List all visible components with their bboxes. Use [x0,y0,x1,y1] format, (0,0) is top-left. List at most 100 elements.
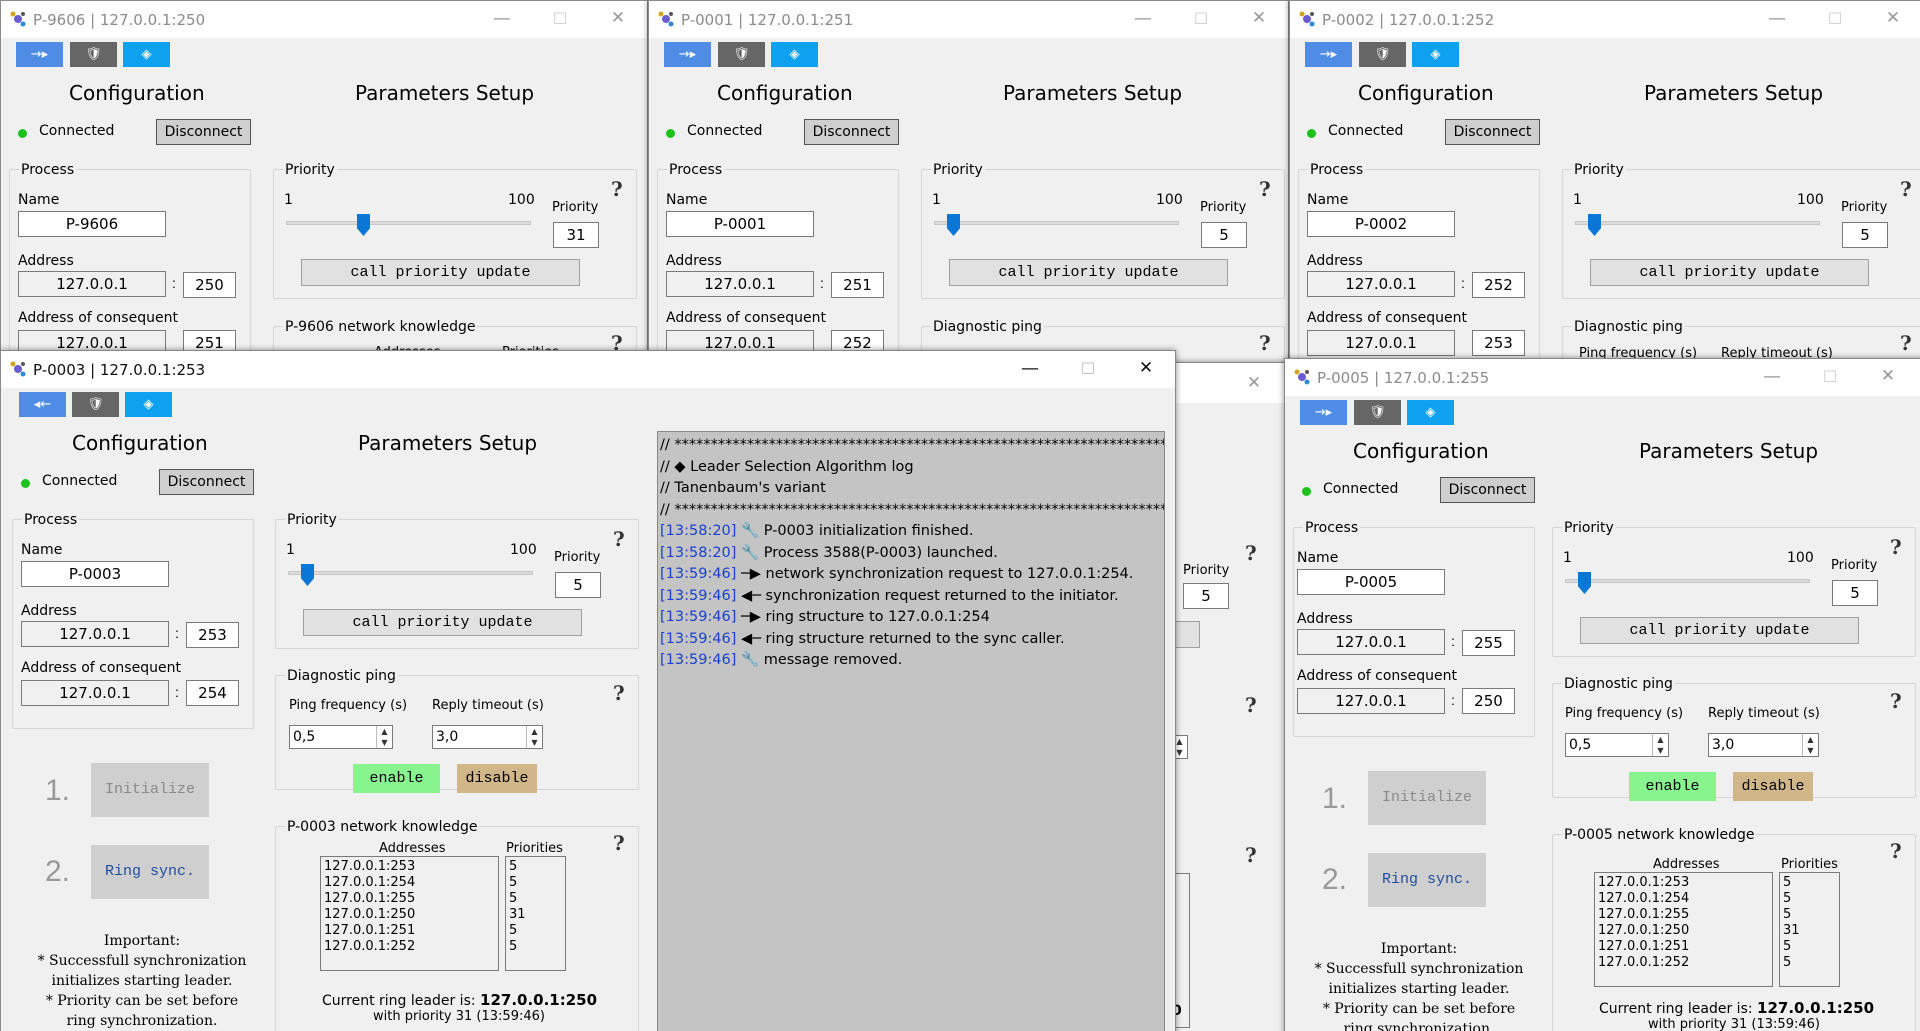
list-item[interactable]: 5 [509,891,562,907]
list-item[interactable]: 127.0.0.1:255 [1598,907,1769,923]
disconnect-button[interactable]: Disconnect [1440,477,1535,503]
maximize-button[interactable]: ☐ [1801,359,1859,396]
priority-slider-track[interactable] [934,221,1179,225]
reply-timeout-spinner[interactable]: 3,0 ▲ ▼ [1708,733,1819,757]
enable-button[interactable]: enable [353,764,440,793]
help-icon[interactable]: ? [611,177,623,201]
call-priority-update-button[interactable]: call priority update [303,609,582,636]
diamond-icon[interactable]: ◈ [125,392,172,417]
call-priority-update-button[interactable]: call priority update [1580,617,1859,644]
ping-frequency-spinner[interactable]: 0,5 ▲ ▼ [1565,733,1669,757]
priorities-list[interactable]: 5 5 5 31 5 5 [505,856,566,971]
minimize-button[interactable]: — [1001,351,1059,388]
consequent-port-field[interactable]: 254 [186,680,239,706]
address-field[interactable]: 127.0.0.1 [666,271,814,297]
window-p0005[interactable]: P-0005 | 127.0.0.1:255 — ☐ ✕ →▸ 🛡 ◈ Conf… [1284,358,1920,1031]
list-item[interactable]: 5 [1783,955,1836,971]
arrow-right-icon[interactable]: →▸ [664,42,711,67]
list-item[interactable]: 127.0.0.1:252 [324,939,495,955]
priority-slider-track[interactable] [286,221,531,225]
list-item[interactable]: 127.0.0.1:251 [324,923,495,939]
window-p9606[interactable]: P-9606 | 127.0.0.1:250 — ☐ ✕ →▸ 🛡 ◈ Conf… [0,0,648,360]
title-bar[interactable]: P-0005 | 127.0.0.1:255 — ☐ ✕ [1285,359,1920,396]
name-field[interactable]: P-0001 [666,211,814,237]
ping-frequency-spinner[interactable]: 0,5 ▲ ▼ [289,725,393,749]
disable-button[interactable]: disable [1733,772,1813,801]
list-item[interactable]: 127.0.0.1:250 [324,907,495,923]
name-field[interactable]: P-0005 [1297,569,1445,595]
port-field[interactable]: 255 [1462,630,1515,656]
shield-icon[interactable]: 🛡 [718,42,765,67]
consequent-address-field[interactable]: 127.0.0.1 [21,680,169,706]
list-item[interactable]: 127.0.0.1:254 [324,875,495,891]
list-item[interactable]: 127.0.0.1:253 [324,859,495,875]
list-item[interactable]: 5 [509,875,562,891]
priority-field[interactable]: 5 [1183,583,1229,609]
close-button[interactable]: ✕ [589,1,647,38]
close-button[interactable]: ✕ [1864,1,1920,38]
name-field[interactable]: P-9606 [18,211,166,237]
maximize-button[interactable]: ☐ [531,1,589,38]
arrow-right-icon[interactable]: →▸ [1305,42,1352,67]
list-item[interactable]: 31 [1783,923,1836,939]
port-field[interactable]: 252 [1472,272,1525,298]
list-item[interactable]: 127.0.0.1:253 [1598,875,1769,891]
minimize-button[interactable]: — [473,1,531,38]
list-item[interactable]: 5 [509,859,562,875]
disconnect-button[interactable]: Disconnect [1445,119,1540,145]
window-p0003[interactable]: P-0003 | 127.0.0.1:253 — ☐ ✕ ◂← 🛡 ◈ Conf… [0,350,1176,1031]
shield-icon[interactable]: 🛡 [1359,42,1406,67]
list-item[interactable]: 127.0.0.1:251 [1598,939,1769,955]
help-icon[interactable]: ? [613,527,625,551]
port-field[interactable]: 253 [186,622,239,648]
call-priority-update-button[interactable]: call priority update [1590,259,1869,286]
close-button[interactable]: ✕ [1117,351,1175,388]
title-bar[interactable]: P-9606 | 127.0.0.1:250 — ☐ ✕ [1,1,647,38]
list-item[interactable]: 5 [509,939,562,955]
priority-field[interactable]: 5 [1842,222,1888,248]
help-icon[interactable]: ? [1900,177,1912,201]
window-p0002[interactable]: P-0002 | 127.0.0.1:252 — ☐ ✕ →▸ 🛡 ◈ Conf… [1289,0,1920,360]
priority-field[interactable]: 5 [555,572,601,598]
help-icon[interactable]: ? [1245,541,1257,565]
disconnect-button[interactable]: Disconnect [159,469,254,495]
call-priority-update-button[interactable]: call priority update [949,259,1228,286]
help-icon[interactable]: ? [1900,331,1912,355]
list-item[interactable]: 5 [1783,939,1836,955]
list-item[interactable]: 5 [1783,875,1836,891]
help-icon[interactable]: ? [1890,535,1902,559]
address-field[interactable]: 127.0.0.1 [1297,629,1445,655]
disable-button[interactable]: disable [457,764,537,793]
help-icon[interactable]: ? [1890,689,1902,713]
close-button[interactable]: ✕ [1859,359,1917,396]
title-bar[interactable]: P-0001 | 127.0.0.1:251 — ☐ ✕ [649,1,1288,38]
help-icon[interactable]: ? [1245,843,1257,867]
initialize-button[interactable]: Initialize [1368,771,1486,825]
name-field[interactable]: P-0003 [21,561,169,587]
initialize-button[interactable]: Initialize [91,763,209,817]
arrow-left-icon[interactable]: ◂← [19,392,66,417]
port-field[interactable]: 250 [183,272,236,298]
address-field[interactable]: 127.0.0.1 [21,621,169,647]
help-icon[interactable]: ? [613,681,625,705]
enable-button[interactable]: enable [1629,772,1716,801]
spinner-arrows[interactable]: ▲ ▼ [1652,734,1668,756]
maximize-button[interactable]: ☐ [1806,1,1864,38]
shield-icon[interactable]: 🛡 [72,392,119,417]
minimize-button[interactable]: — [1743,359,1801,396]
diamond-icon[interactable]: ◈ [1412,42,1459,67]
consequent-port-field[interactable]: 250 [1462,688,1515,714]
spinner-arrows[interactable]: ▲ ▼ [376,726,392,748]
help-icon[interactable]: ? [1259,331,1271,355]
priority-field[interactable]: 5 [1201,222,1247,248]
shield-icon[interactable]: 🛡 [1354,400,1401,425]
window-p0001[interactable]: P-0001 | 127.0.0.1:251 — ☐ ✕ →▸ 🛡 ◈ Conf… [648,0,1289,365]
help-icon[interactable]: ? [613,831,625,855]
algorithm-log[interactable]: // *************************************… [657,431,1165,1031]
address-field[interactable]: 127.0.0.1 [18,271,166,297]
arrow-right-icon[interactable]: →▸ [1300,400,1347,425]
close-button[interactable]: ✕ [1230,1,1288,38]
close-button[interactable]: ✕ [1225,366,1283,403]
name-field[interactable]: P-0002 [1307,211,1455,237]
consequent-address-field[interactable]: 127.0.0.1 [1307,330,1455,356]
